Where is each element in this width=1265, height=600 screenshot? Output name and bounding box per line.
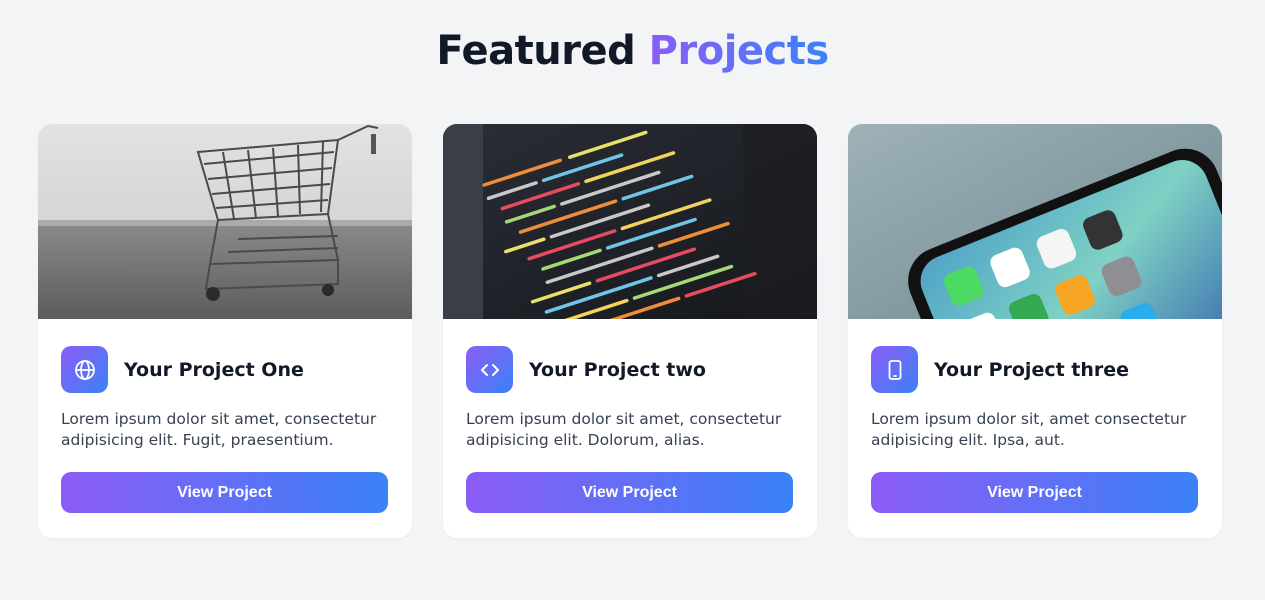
view-project-button[interactable]: View Project	[61, 472, 388, 513]
project-card-2: Your Project two Lorem ipsum dolor sit a…	[443, 124, 817, 538]
section-title: Featured Projects	[0, 28, 1265, 74]
code-icon	[466, 346, 513, 393]
project-description: Lorem ipsum dolor sit amet, consectetur …	[61, 410, 377, 449]
smartphone-photo	[848, 124, 1222, 319]
shopping-cart-photo	[38, 124, 412, 319]
code-editor-photo	[443, 124, 817, 319]
view-project-button[interactable]: View Project	[871, 472, 1198, 513]
title-main: Featured	[436, 28, 636, 74]
project-card-1: Your Project One Lorem ipsum dolor sit a…	[38, 124, 412, 538]
project-title: Your Project three	[934, 358, 1130, 381]
projects-grid: Your Project One Lorem ipsum dolor sit a…	[38, 124, 1222, 538]
smartphone-icon	[871, 346, 918, 393]
globe-icon	[61, 346, 108, 393]
project-title: Your Project One	[124, 358, 304, 381]
project-description: Lorem ipsum dolor sit, amet consectetur …	[871, 410, 1187, 449]
project-card-3: Your Project three Lorem ipsum dolor sit…	[848, 124, 1222, 538]
project-description: Lorem ipsum dolor sit amet, consectetur …	[466, 410, 782, 449]
view-project-button[interactable]: View Project	[466, 472, 793, 513]
project-title: Your Project two	[529, 358, 706, 381]
title-accent: Projects	[648, 28, 830, 74]
